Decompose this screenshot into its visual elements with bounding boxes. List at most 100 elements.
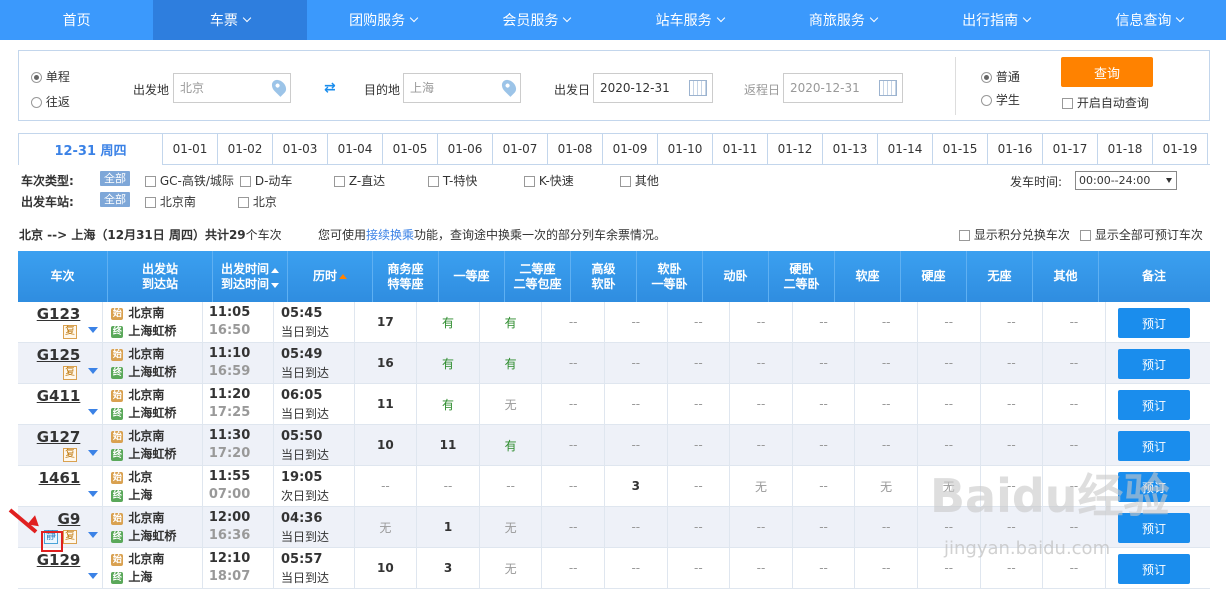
- end-station-icon: 终: [111, 366, 124, 379]
- seat-cell: 11: [417, 425, 480, 465]
- station-option-beijing[interactable]: 北京: [238, 193, 277, 210]
- book-button[interactable]: 预订: [1118, 349, 1190, 379]
- checkbox[interactable]: [524, 176, 535, 187]
- trip-round-radio[interactable]: 往返: [31, 93, 70, 110]
- date-tab[interactable]: 01-07: [493, 133, 548, 165]
- train-number[interactable]: 1461: [39, 469, 81, 487]
- calendar-icon: [689, 80, 707, 96]
- train-type-option[interactable]: GC-高铁/城际: [145, 172, 234, 189]
- date-tab[interactable]: 01-12: [768, 133, 823, 165]
- checkbox[interactable]: [620, 176, 631, 187]
- date-tab[interactable]: 01-15: [933, 133, 988, 165]
- date-tab[interactable]: 01-16: [988, 133, 1043, 165]
- train-type-option[interactable]: 其他: [620, 172, 659, 189]
- auto-query-checkbox[interactable]: 开启自动查询: [1062, 94, 1149, 111]
- date-tab[interactable]: 01-03: [273, 133, 328, 165]
- date-tab[interactable]: 01-19: [1153, 133, 1208, 165]
- swap-icon[interactable]: ⇄: [324, 80, 336, 96]
- book-button[interactable]: 预订: [1118, 431, 1190, 461]
- end-station-icon: 终: [111, 407, 124, 420]
- train-type-option[interactable]: D-动车: [240, 172, 292, 189]
- train-number[interactable]: G125: [37, 346, 81, 364]
- train-number[interactable]: G411: [37, 387, 81, 405]
- nav-item-1[interactable]: 车票: [153, 0, 307, 40]
- date-tab[interactable]: 01-02: [218, 133, 273, 165]
- seat-cell: --: [605, 548, 668, 588]
- transfer-link[interactable]: 接续换乘: [366, 228, 414, 242]
- from-input[interactable]: 北京: [173, 73, 291, 103]
- type-normal-radio[interactable]: 普通: [981, 68, 1020, 85]
- chevron-down-icon: [242, 13, 252, 23]
- seat-cell: 16: [355, 343, 418, 383]
- nav-item-5[interactable]: 商旅服务: [766, 0, 919, 40]
- show-points-checkbox[interactable]: 显示积分兑换车次: [959, 226, 1070, 243]
- to-input[interactable]: 上海: [403, 73, 521, 103]
- seat-cell: 无: [480, 507, 543, 547]
- arrive-day: 当日到达: [281, 366, 330, 380]
- train-number[interactable]: G127: [37, 428, 81, 446]
- nav-item-7[interactable]: 信息查询: [1073, 0, 1226, 40]
- return-date-input[interactable]: 2020-12-31: [783, 73, 903, 103]
- header-times[interactable]: 出发时间 到达时间: [213, 251, 288, 302]
- expand-stops-icon[interactable]: [88, 573, 98, 579]
- train-type-all[interactable]: 全部: [100, 171, 130, 186]
- date-tab[interactable]: 01-11: [713, 133, 768, 165]
- fuxing-icon: 复: [63, 325, 77, 339]
- expand-stops-icon[interactable]: [88, 491, 98, 497]
- book-button[interactable]: 预订: [1118, 554, 1190, 584]
- nav-item-4[interactable]: 站车服务: [613, 0, 766, 40]
- seat-cell: --: [793, 548, 856, 588]
- seat-cell: --: [793, 384, 856, 424]
- nav-item-3[interactable]: 会员服务: [460, 0, 613, 40]
- date-tab[interactable]: 01-18: [1098, 133, 1153, 165]
- header-second: 二等座 二等包座: [505, 251, 571, 302]
- seat-cell: --: [542, 384, 605, 424]
- date-tab[interactable]: 01-13: [823, 133, 878, 165]
- checkbox[interactable]: [240, 176, 251, 187]
- expand-stops-icon[interactable]: [88, 368, 98, 374]
- train-number[interactable]: G129: [37, 551, 81, 569]
- station-option-beijingnan[interactable]: 北京南: [145, 193, 196, 210]
- expand-stops-icon[interactable]: [88, 450, 98, 456]
- date-tab[interactable]: 01-06: [438, 133, 493, 165]
- date-tab[interactable]: 01-05: [383, 133, 438, 165]
- checkbox[interactable]: [145, 176, 156, 187]
- expand-stops-icon[interactable]: [88, 532, 98, 538]
- train-type-option[interactable]: K-快速: [524, 172, 574, 189]
- date-tab[interactable]: 01-17: [1043, 133, 1098, 165]
- train-count: 29: [228, 228, 246, 242]
- date-tab[interactable]: 01-08: [548, 133, 603, 165]
- date-tab[interactable]: 01-14: [878, 133, 933, 165]
- type-student-radio[interactable]: 学生: [981, 91, 1020, 108]
- expand-stops-icon[interactable]: [88, 327, 98, 333]
- train-type-option[interactable]: T-特快: [428, 172, 477, 189]
- depart-time: 11:30: [208, 428, 251, 443]
- date-tab[interactable]: 01-01: [163, 133, 218, 165]
- train-number[interactable]: G123: [37, 305, 81, 323]
- expand-stops-icon[interactable]: [88, 409, 98, 415]
- trip-one-way-radio[interactable]: 单程: [31, 68, 70, 85]
- date-tab-current[interactable]: 12-31 周四: [18, 133, 163, 165]
- header-duration[interactable]: 历时: [288, 251, 373, 302]
- nav-item-2[interactable]: 团购服务: [307, 0, 460, 40]
- train-number[interactable]: G9: [58, 510, 81, 528]
- from-value: 北京: [180, 81, 205, 95]
- depart-time-select[interactable]: 00:00--24:00: [1075, 171, 1177, 190]
- show-all-checkbox[interactable]: 显示全部可预订车次: [1080, 226, 1203, 243]
- book-button[interactable]: 预订: [1118, 390, 1190, 420]
- date-tab[interactable]: 01-09: [603, 133, 658, 165]
- checkbox[interactable]: [428, 176, 439, 187]
- nav-item-6[interactable]: 出行指南: [920, 0, 1073, 40]
- seat-cell: 11: [355, 384, 418, 424]
- depart-date-input[interactable]: 2020-12-31: [593, 73, 713, 103]
- query-button[interactable]: 查询: [1061, 57, 1153, 87]
- station-all[interactable]: 全部: [100, 192, 130, 207]
- checkbox[interactable]: [334, 176, 345, 187]
- nav-item-0[interactable]: 首页: [0, 0, 153, 40]
- train-type-option[interactable]: Z-直达: [334, 172, 385, 189]
- to-station: 上海虹桥: [128, 529, 177, 543]
- seat-cell: 无: [355, 507, 418, 547]
- date-tab[interactable]: 01-10: [658, 133, 713, 165]
- date-tab[interactable]: 01-04: [328, 133, 383, 165]
- book-button[interactable]: 预订: [1118, 308, 1190, 338]
